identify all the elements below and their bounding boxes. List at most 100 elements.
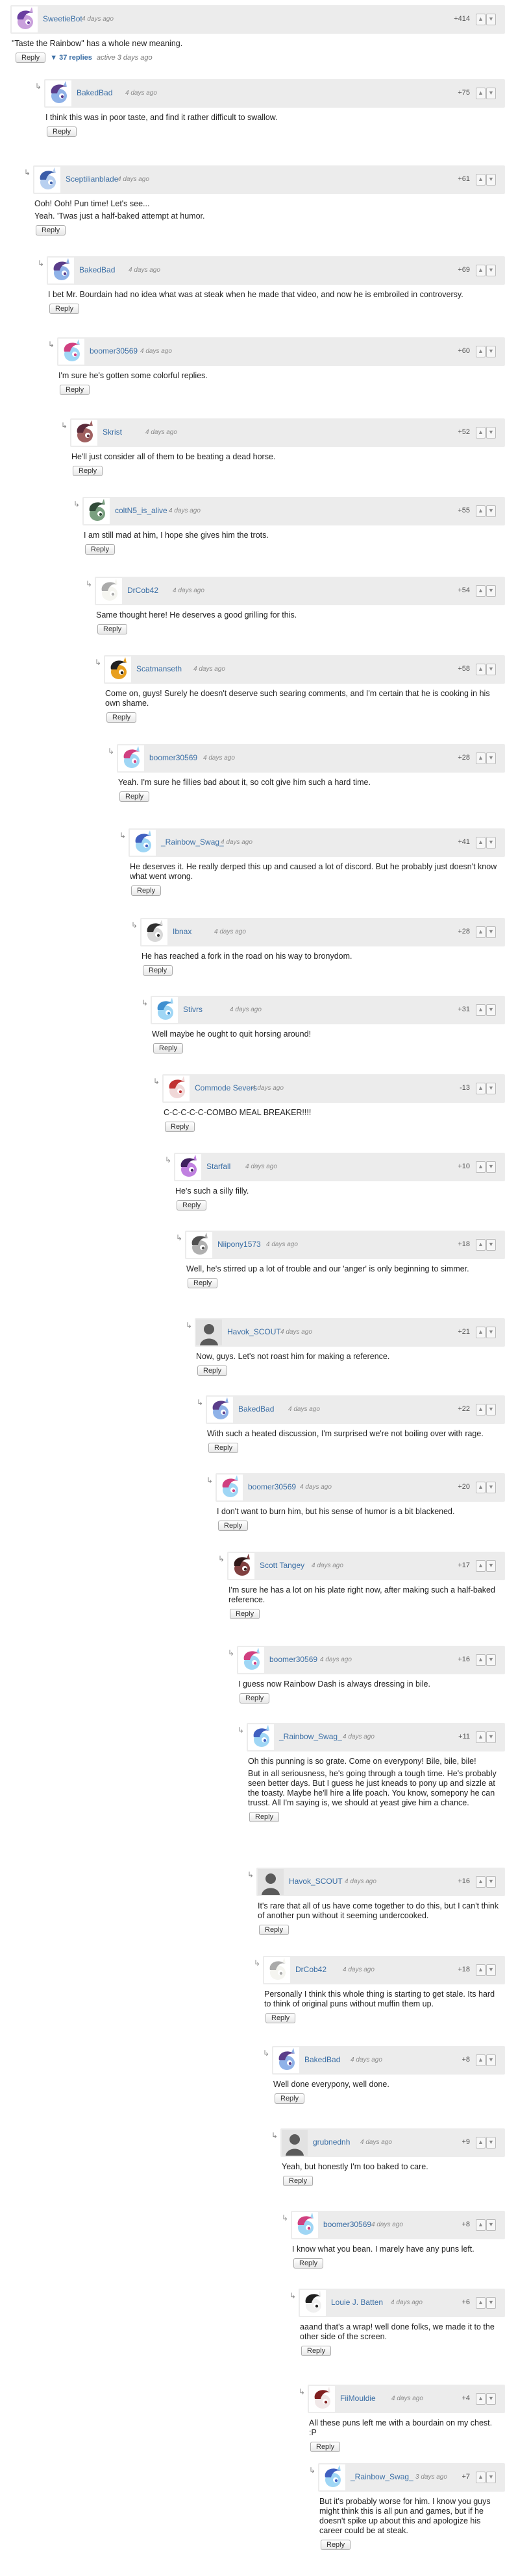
username-link[interactable]: Skrist: [103, 427, 122, 437]
username-link[interactable]: BakedBad: [238, 1404, 274, 1414]
username-link[interactable]: Niipony1573: [217, 1240, 261, 1249]
reply-button[interactable]: Reply: [36, 225, 66, 235]
thumbs-up-icon[interactable]: ▲: [476, 1964, 486, 1976]
username-link[interactable]: coltN5_is_alive: [115, 506, 167, 515]
reply-button[interactable]: Reply: [73, 466, 103, 476]
thumbs-down-icon[interactable]: ▼: [486, 2054, 496, 2066]
reply-button[interactable]: Reply: [208, 1443, 239, 1453]
thumbs-up-icon[interactable]: ▲: [476, 346, 486, 357]
pony-avatar[interactable]: [84, 498, 110, 524]
pony-avatar[interactable]: [207, 1397, 233, 1423]
thumbs-down-icon[interactable]: ▼: [486, 1964, 496, 1976]
thumbs-up-icon[interactable]: ▲: [476, 1560, 486, 1572]
username-link[interactable]: Scatmanseth: [136, 664, 182, 673]
username-link[interactable]: FiiMouldie: [340, 2394, 376, 2403]
username-link[interactable]: boomer30569: [269, 1655, 317, 1664]
username-link[interactable]: Scott Tangey: [260, 1561, 304, 1570]
thumbs-up-icon[interactable]: ▲: [476, 2054, 486, 2066]
thumbs-up-icon[interactable]: ▲: [476, 585, 486, 597]
username-link[interactable]: BakedBad: [79, 265, 115, 274]
reply-button[interactable]: Reply: [197, 1366, 228, 1376]
thumbs-down-icon[interactable]: ▼: [486, 1654, 496, 1666]
default-avatar[interactable]: [282, 2130, 308, 2156]
reply-button[interactable]: Reply: [177, 1200, 207, 1210]
pony-avatar[interactable]: [105, 656, 131, 682]
reply-button[interactable]: Reply: [153, 1043, 184, 1053]
thumbs-down-icon[interactable]: ▼: [486, 427, 496, 439]
username-link[interactable]: Havok_SCOUT: [289, 1877, 343, 1886]
username-link[interactable]: BakedBad: [77, 88, 112, 97]
thumbs-down-icon[interactable]: ▼: [486, 1083, 496, 1094]
pony-avatar[interactable]: [48, 258, 74, 283]
thumbs-down-icon[interactable]: ▼: [486, 265, 496, 276]
reply-button[interactable]: Reply: [143, 965, 173, 976]
thumbs-down-icon[interactable]: ▼: [486, 2297, 496, 2309]
thumbs-up-icon[interactable]: ▲: [476, 1083, 486, 1094]
thumbs-down-icon[interactable]: ▼: [486, 1004, 496, 1016]
reply-button[interactable]: Reply: [240, 1693, 270, 1703]
pony-avatar[interactable]: [264, 1957, 290, 1983]
username-link[interactable]: DrCob42: [295, 1965, 326, 1974]
username-link[interactable]: _Rainbow_Swag_: [351, 2472, 413, 2481]
pony-avatar[interactable]: [228, 1553, 254, 1579]
reply-button[interactable]: Reply: [321, 2540, 351, 2550]
reply-button[interactable]: Reply: [265, 2013, 296, 2023]
pony-avatar[interactable]: [309, 2386, 335, 2412]
reply-button[interactable]: Reply: [49, 304, 80, 314]
thumbs-up-icon[interactable]: ▲: [476, 1327, 486, 1338]
thumbs-up-icon[interactable]: ▲: [476, 1239, 486, 1251]
pony-avatar[interactable]: [71, 420, 97, 446]
reply-button[interactable]: Reply: [283, 2176, 314, 2186]
username-link[interactable]: Havok_SCOUT: [227, 1327, 281, 1336]
thumbs-up-icon[interactable]: ▲: [476, 926, 486, 938]
thumbs-down-icon[interactable]: ▼: [486, 2219, 496, 2231]
thumbs-down-icon[interactable]: ▼: [486, 837, 496, 849]
pony-avatar[interactable]: [175, 1154, 201, 1180]
thumbs-down-icon[interactable]: ▼: [486, 1731, 496, 1743]
thumbs-up-icon[interactable]: ▲: [476, 1161, 486, 1173]
reply-button[interactable]: Reply: [47, 126, 77, 137]
reply-button[interactable]: Reply: [310, 2442, 341, 2452]
reply-button[interactable]: Reply: [97, 624, 128, 634]
thumbs-up-icon[interactable]: ▲: [476, 2472, 486, 2483]
thumbs-down-icon[interactable]: ▼: [486, 585, 496, 597]
pony-avatar[interactable]: [186, 1232, 212, 1258]
pony-avatar[interactable]: [34, 167, 60, 193]
thumbs-down-icon[interactable]: ▼: [486, 2137, 496, 2149]
reply-button[interactable]: Reply: [119, 791, 150, 802]
reply-button[interactable]: Reply: [131, 885, 162, 896]
reply-button[interactable]: Reply: [249, 1812, 280, 1822]
rainbow-dash-avatar[interactable]: [118, 745, 144, 771]
rainbow-dash-avatar[interactable]: [130, 830, 156, 856]
reply-button[interactable]: Reply: [275, 2093, 305, 2104]
thumbs-down-icon[interactable]: ▼: [486, 346, 496, 357]
thumbs-up-icon[interactable]: ▲: [476, 174, 486, 186]
thumbs-down-icon[interactable]: ▼: [486, 752, 496, 764]
username-link[interactable]: Louie J. Batten: [331, 2298, 383, 2307]
rainbow-dash-avatar[interactable]: [58, 339, 84, 365]
reply-button[interactable]: Reply: [16, 53, 46, 63]
pony-avatar[interactable]: [300, 2290, 326, 2316]
rainbow-dash-avatar[interactable]: [292, 2212, 318, 2238]
rainbow-dash-avatar[interactable]: [152, 997, 178, 1023]
thumbs-up-icon[interactable]: ▲: [476, 752, 486, 764]
username-link[interactable]: grubnednh: [313, 2137, 350, 2147]
thumbs-up-icon[interactable]: ▲: [476, 2393, 486, 2405]
thumbs-down-icon[interactable]: ▼: [486, 1161, 496, 1173]
thumbs-down-icon[interactable]: ▼: [486, 664, 496, 675]
thumbs-down-icon[interactable]: ▼: [486, 1239, 496, 1251]
thumbs-down-icon[interactable]: ▼: [486, 14, 496, 25]
thumbs-up-icon[interactable]: ▲: [476, 2137, 486, 2149]
username-link[interactable]: _Rainbow_Swag_: [279, 1732, 342, 1741]
thumbs-up-icon[interactable]: ▲: [476, 2297, 486, 2309]
username-link[interactable]: boomer30569: [149, 753, 197, 762]
rainbow-dash-avatar[interactable]: [248, 1724, 274, 1750]
thumbs-down-icon[interactable]: ▼: [486, 2472, 496, 2483]
thumbs-down-icon[interactable]: ▼: [486, 1404, 496, 1415]
thumbs-up-icon[interactable]: ▲: [476, 1404, 486, 1415]
reply-button[interactable]: Reply: [106, 712, 137, 723]
thumbs-up-icon[interactable]: ▲: [476, 1004, 486, 1016]
rainbow-dash-avatar[interactable]: [217, 1475, 243, 1500]
username-link[interactable]: Stivrs: [183, 1005, 203, 1014]
username-link[interactable]: SweetieBot: [43, 14, 82, 23]
